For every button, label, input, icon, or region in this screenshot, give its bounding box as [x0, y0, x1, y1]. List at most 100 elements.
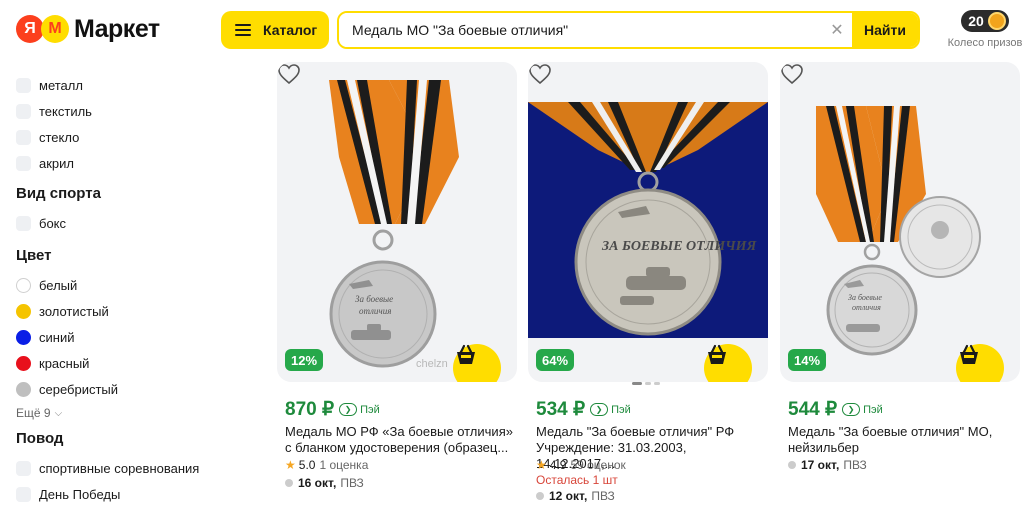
checkbox[interactable] — [16, 486, 31, 502]
pay-icon: ❯ — [842, 403, 861, 416]
color-option[interactable]: синий — [16, 324, 246, 350]
catalog-button[interactable]: Каталог — [221, 11, 329, 49]
color-swatch[interactable] — [16, 277, 31, 293]
medal-inscription: ЗА БОЕВЫЕ ОТЛИЧИЯ — [601, 239, 757, 254]
delivery-icon — [536, 492, 544, 500]
heart-icon[interactable] — [277, 62, 301, 86]
search-button[interactable]: Найти — [852, 13, 918, 47]
delivery-date: 12 окт, — [549, 489, 588, 503]
filter-label: серебристый — [39, 381, 119, 397]
heart-icon[interactable] — [780, 62, 804, 86]
filter-option[interactable]: текстиль — [16, 98, 246, 124]
price-row: 544 ₽ ❯ Пэй — [788, 398, 883, 421]
heart-icon[interactable] — [528, 62, 552, 86]
filter-label: синий — [39, 329, 75, 345]
checkbox[interactable] — [16, 155, 31, 171]
filter-section-title: Вид спорта — [16, 185, 101, 202]
svg-text:отличия: отличия — [852, 303, 881, 312]
svg-text:отличия: отличия — [359, 306, 391, 316]
product-image[interactable]: За боевые отличия 14% — [780, 62, 1020, 382]
price-row: 870 ₽ ❯ Пэй — [285, 398, 380, 421]
checkbox[interactable] — [16, 129, 31, 145]
color-swatch[interactable] — [16, 329, 31, 345]
rating-value: 4.9 — [549, 458, 567, 472]
color-swatch[interactable] — [16, 381, 31, 397]
search-box: ✕ Найти — [337, 11, 920, 49]
star-icon: ★ — [536, 458, 547, 472]
checkbox[interactable] — [16, 103, 31, 119]
product-card[interactable]: За боевые отличия 14% 544 ₽ ❯ Пэй Медаль … — [780, 62, 1020, 513]
filter-option[interactable]: стекло — [16, 124, 246, 150]
filter-label: бокс — [39, 215, 67, 231]
checkbox[interactable] — [16, 215, 31, 231]
filter-option[interactable]: металл — [16, 72, 246, 98]
filter-label: текстиль — [39, 103, 92, 119]
prize-label: Колесо призов — [947, 37, 1023, 49]
filter-option[interactable]: спортивные соревнования — [16, 455, 246, 481]
image-pager[interactable] — [632, 382, 660, 385]
product-image[interactable]: ЗА БОЕВЫЕ ОТЛИЧИЯ 64% — [528, 62, 768, 382]
delivery: 17 окт, ПВЗ — [788, 458, 867, 472]
filter-label: стекло — [39, 129, 80, 145]
product-title[interactable]: Медаль "За боевые отличия" МО, нейзильбе… — [788, 424, 1016, 456]
chevron-down-icon: ⌵ — [54, 407, 63, 419]
delivery-icon — [285, 479, 293, 487]
checkbox[interactable] — [16, 77, 31, 93]
filters-sidebar: металл текстиль стекло акрил Вид спорта … — [16, 72, 246, 507]
pay-icon: ❯ — [590, 403, 609, 416]
rating-value: 5.0 — [298, 458, 316, 472]
pay-badge: ❯ Пэй — [339, 403, 380, 416]
product-title[interactable]: Медаль МО РФ «За боевые отличия» с бланк… — [285, 424, 513, 456]
search-input[interactable] — [339, 13, 822, 47]
filter-label: акрил — [39, 155, 74, 171]
cart-icon — [457, 344, 475, 364]
star-icon: ★ — [285, 458, 296, 472]
discount-badge: 12% — [285, 349, 324, 371]
header: Я M Маркет Каталог ✕ Найти 20 Колесо при… — [0, 0, 1024, 62]
medal-image: За боевые отличия — [329, 80, 459, 368]
filter-option[interactable]: бокс — [16, 210, 246, 236]
discount-badge: 64% — [536, 349, 575, 371]
color-option[interactable]: красный — [16, 350, 246, 376]
logo-m-icon: M — [41, 15, 69, 43]
cart-icon — [708, 344, 726, 364]
pay-badge: ❯ Пэй — [842, 403, 883, 416]
price: 544 ₽ — [788, 399, 838, 420]
delivery-date: 17 окт, — [801, 458, 840, 472]
svg-text:За боевые: За боевые — [848, 293, 882, 302]
pay-badge: ❯ Пэй — [590, 403, 631, 416]
coin-icon — [987, 12, 1006, 30]
price: 534 ₽ — [536, 399, 586, 420]
delivery-type: ПВЗ — [591, 489, 615, 503]
filter-section-title: Повод — [16, 430, 64, 447]
logo-text: Маркет — [74, 14, 160, 43]
prize-wheel[interactable]: 20 Колесо призов — [946, 10, 1024, 49]
product-card[interactable]: За боевые отличия chelzn 12% 870 ₽ ❯ Пэй … — [277, 62, 517, 513]
pay-label: Пэй — [611, 403, 631, 416]
filter-label: белый — [39, 277, 78, 293]
color-swatch[interactable] — [16, 355, 31, 371]
review-count: 1 оценка — [319, 458, 369, 472]
color-option[interactable]: серебристый — [16, 376, 246, 402]
market-logo[interactable]: Я M Маркет — [16, 14, 160, 44]
filter-label: металл — [39, 77, 83, 93]
delivery-type: ПВЗ — [843, 458, 867, 472]
rating: ★ 5.0 1 оценка — [285, 458, 368, 472]
delivery-type: ПВЗ — [340, 476, 364, 490]
filter-option[interactable]: День Победы — [16, 481, 246, 507]
filter-option[interactable]: акрил — [16, 150, 246, 176]
review-count: 59 оценок — [570, 458, 626, 472]
clear-icon[interactable]: ✕ — [822, 13, 852, 47]
logo-ya-icon: Я — [16, 15, 44, 43]
delivery: 16 окт, ПВЗ — [285, 476, 364, 490]
color-option[interactable]: золотистый — [16, 298, 246, 324]
filter-label: спортивные соревнования — [39, 460, 200, 476]
product-image[interactable]: За боевые отличия chelzn 12% — [277, 62, 517, 382]
show-more-link[interactable]: Ещё 9 ⌵ — [16, 402, 246, 424]
delivery-icon — [788, 461, 796, 469]
color-option[interactable]: белый — [16, 272, 246, 298]
price-row: 534 ₽ ❯ Пэй — [536, 398, 631, 421]
checkbox[interactable] — [16, 460, 31, 476]
product-card[interactable]: ЗА БОЕВЫЕ ОТЛИЧИЯ 64% 534 ₽ ❯ Пэй Медаль … — [528, 62, 768, 513]
color-swatch[interactable] — [16, 303, 31, 319]
